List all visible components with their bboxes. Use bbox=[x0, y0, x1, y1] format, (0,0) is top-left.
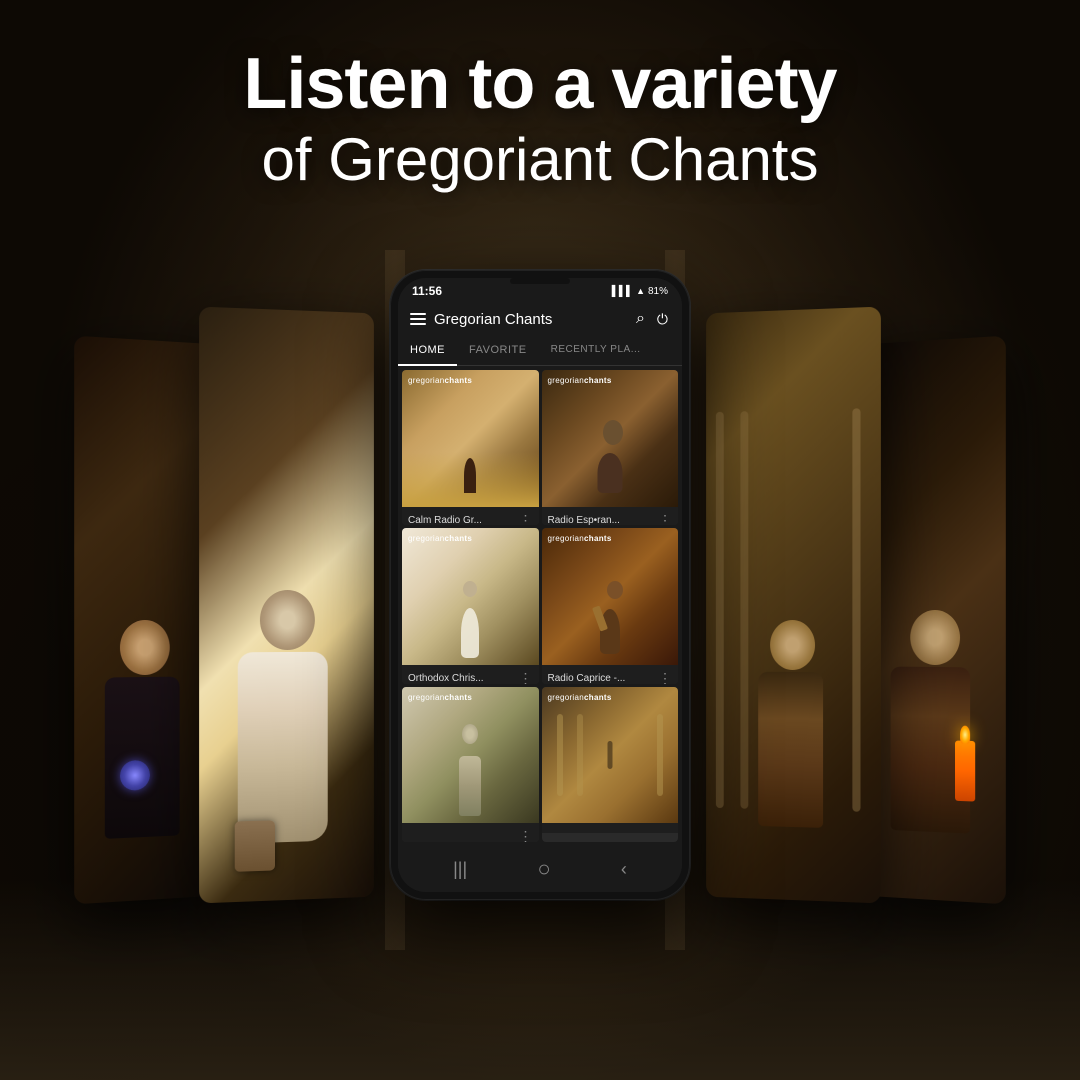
thumb-label-6: gregorianchants bbox=[548, 693, 612, 702]
thumb-bg-2: gregorianchants bbox=[542, 370, 679, 507]
phone-notch bbox=[510, 278, 570, 284]
music-more-2[interactable]: ⋮ bbox=[658, 512, 672, 526]
music-name-1: Calm Radio Gr... bbox=[408, 515, 515, 526]
thumb-bg-5: gregorianchants bbox=[402, 687, 539, 824]
phone-screen: 11:56 ▌▌▌ ▲ 81% Gregorian Chants ⌕ ⏻ bbox=[398, 278, 682, 892]
thumb-label-5: gregorianchants bbox=[408, 693, 472, 702]
music-thumb-1: gregorianchants bbox=[402, 370, 539, 507]
thumb-bg-1: gregorianchants bbox=[402, 370, 539, 507]
tab-favorite[interactable]: FAVORITE bbox=[457, 336, 539, 365]
thumb-label-4: gregorianchants bbox=[548, 534, 612, 543]
thumb-label-1: gregorianchants bbox=[408, 376, 472, 385]
music-card-1[interactable]: gregorianchants Calm Radio Gr... ⋮ bbox=[402, 370, 539, 525]
thumb-bg-6: gregorianchants bbox=[542, 687, 679, 824]
music-name-4: Radio Caprice -... bbox=[548, 673, 655, 684]
music-card-4[interactable]: gregorianchants Radio Caprice -... ⋮ bbox=[542, 528, 679, 683]
thumb-bg-4: gregorianchants bbox=[542, 528, 679, 665]
music-grid: gregorianchants Calm Radio Gr... ⋮ bbox=[398, 366, 682, 846]
music-info-5: ⋮ bbox=[402, 823, 539, 842]
music-more-1[interactable]: ⋮ bbox=[519, 512, 533, 526]
search-icon[interactable]: ⌕ bbox=[634, 308, 647, 330]
thumb-label-2: gregorianchants bbox=[548, 376, 612, 385]
phone-container: 11:56 ▌▌▌ ▲ 81% Gregorian Chants ⌕ ⏻ bbox=[390, 270, 690, 900]
thumb-bg-3: gregorianchants bbox=[402, 528, 539, 665]
wifi-icon: ▲ bbox=[636, 286, 645, 296]
thumb-label-3: gregorianchants bbox=[408, 534, 472, 543]
music-more-4[interactable]: ⋮ bbox=[658, 670, 672, 684]
side-card-left-2 bbox=[199, 307, 374, 904]
music-thumb-3: gregorianchants bbox=[402, 528, 539, 665]
music-thumb-2: gregorianchants bbox=[542, 370, 679, 507]
music-card-5[interactable]: gregorianchants ⋮ bbox=[402, 687, 539, 842]
music-info-3: Orthodox Chris... ⋮ bbox=[402, 665, 539, 684]
music-name-2: Radio Esp•ran... bbox=[548, 515, 655, 526]
music-more-3[interactable]: ⋮ bbox=[519, 670, 533, 684]
tab-home[interactable]: HOME bbox=[398, 336, 457, 366]
music-info-2: Radio Esp•ran... ⋮ bbox=[542, 507, 679, 526]
nav-home-icon[interactable]: ○ bbox=[537, 856, 550, 882]
signal-icon: ▌▌▌ bbox=[612, 286, 633, 297]
app-title: Gregorian Chants bbox=[434, 311, 626, 328]
music-thumb-4: gregorianchants bbox=[542, 528, 679, 665]
battery-indicator: 81% bbox=[648, 286, 668, 297]
hero-line1: Listen to a variety bbox=[0, 45, 1080, 124]
side-card-left-1 bbox=[74, 336, 213, 905]
nav-back-icon[interactable]: ‹ bbox=[621, 859, 627, 880]
power-icon[interactable]: ⏻ bbox=[655, 309, 670, 330]
music-thumb-5: gregorianchants bbox=[402, 687, 539, 824]
music-more-5[interactable]: ⋮ bbox=[519, 828, 533, 842]
hero-line2: of Gregoriant Chants bbox=[0, 124, 1080, 196]
music-name-3: Orthodox Chris... bbox=[408, 673, 515, 684]
music-info-6 bbox=[542, 823, 679, 833]
music-info-1: Calm Radio Gr... ⋮ bbox=[402, 507, 539, 526]
music-card-6[interactable]: gregorianchants bbox=[542, 687, 679, 842]
hero-text-container: Listen to a variety of Gregoriant Chants bbox=[0, 45, 1080, 196]
nav-recents-icon[interactable]: ||| bbox=[453, 859, 467, 880]
tab-recently-played[interactable]: RECENTLY PLA... bbox=[539, 336, 653, 365]
hamburger-line bbox=[410, 318, 426, 320]
status-time: 11:56 bbox=[412, 284, 442, 298]
hamburger-line bbox=[410, 313, 426, 315]
music-thumb-6: gregorianchants bbox=[542, 687, 679, 824]
side-card-right-1 bbox=[866, 336, 1005, 905]
hamburger-line bbox=[410, 323, 426, 325]
hamburger-menu[interactable] bbox=[410, 313, 426, 325]
side-card-right-2 bbox=[706, 307, 881, 904]
status-icons: ▌▌▌ ▲ 81% bbox=[612, 286, 668, 297]
nav-tabs: HOME FAVORITE RECENTLY PLA... bbox=[398, 336, 682, 366]
music-card-2[interactable]: gregorianchants Radio Esp•ran... ⋮ bbox=[542, 370, 679, 525]
app-header: Gregorian Chants ⌕ ⏻ bbox=[398, 302, 682, 336]
bottom-nav-bar: ||| ○ ‹ bbox=[398, 846, 682, 892]
music-card-3[interactable]: gregorianchants Orthodox Chris... ⋮ bbox=[402, 528, 539, 683]
music-info-4: Radio Caprice -... ⋮ bbox=[542, 665, 679, 684]
floor-overlay bbox=[0, 880, 1080, 1080]
phone-frame: 11:56 ▌▌▌ ▲ 81% Gregorian Chants ⌕ ⏻ bbox=[390, 270, 690, 900]
